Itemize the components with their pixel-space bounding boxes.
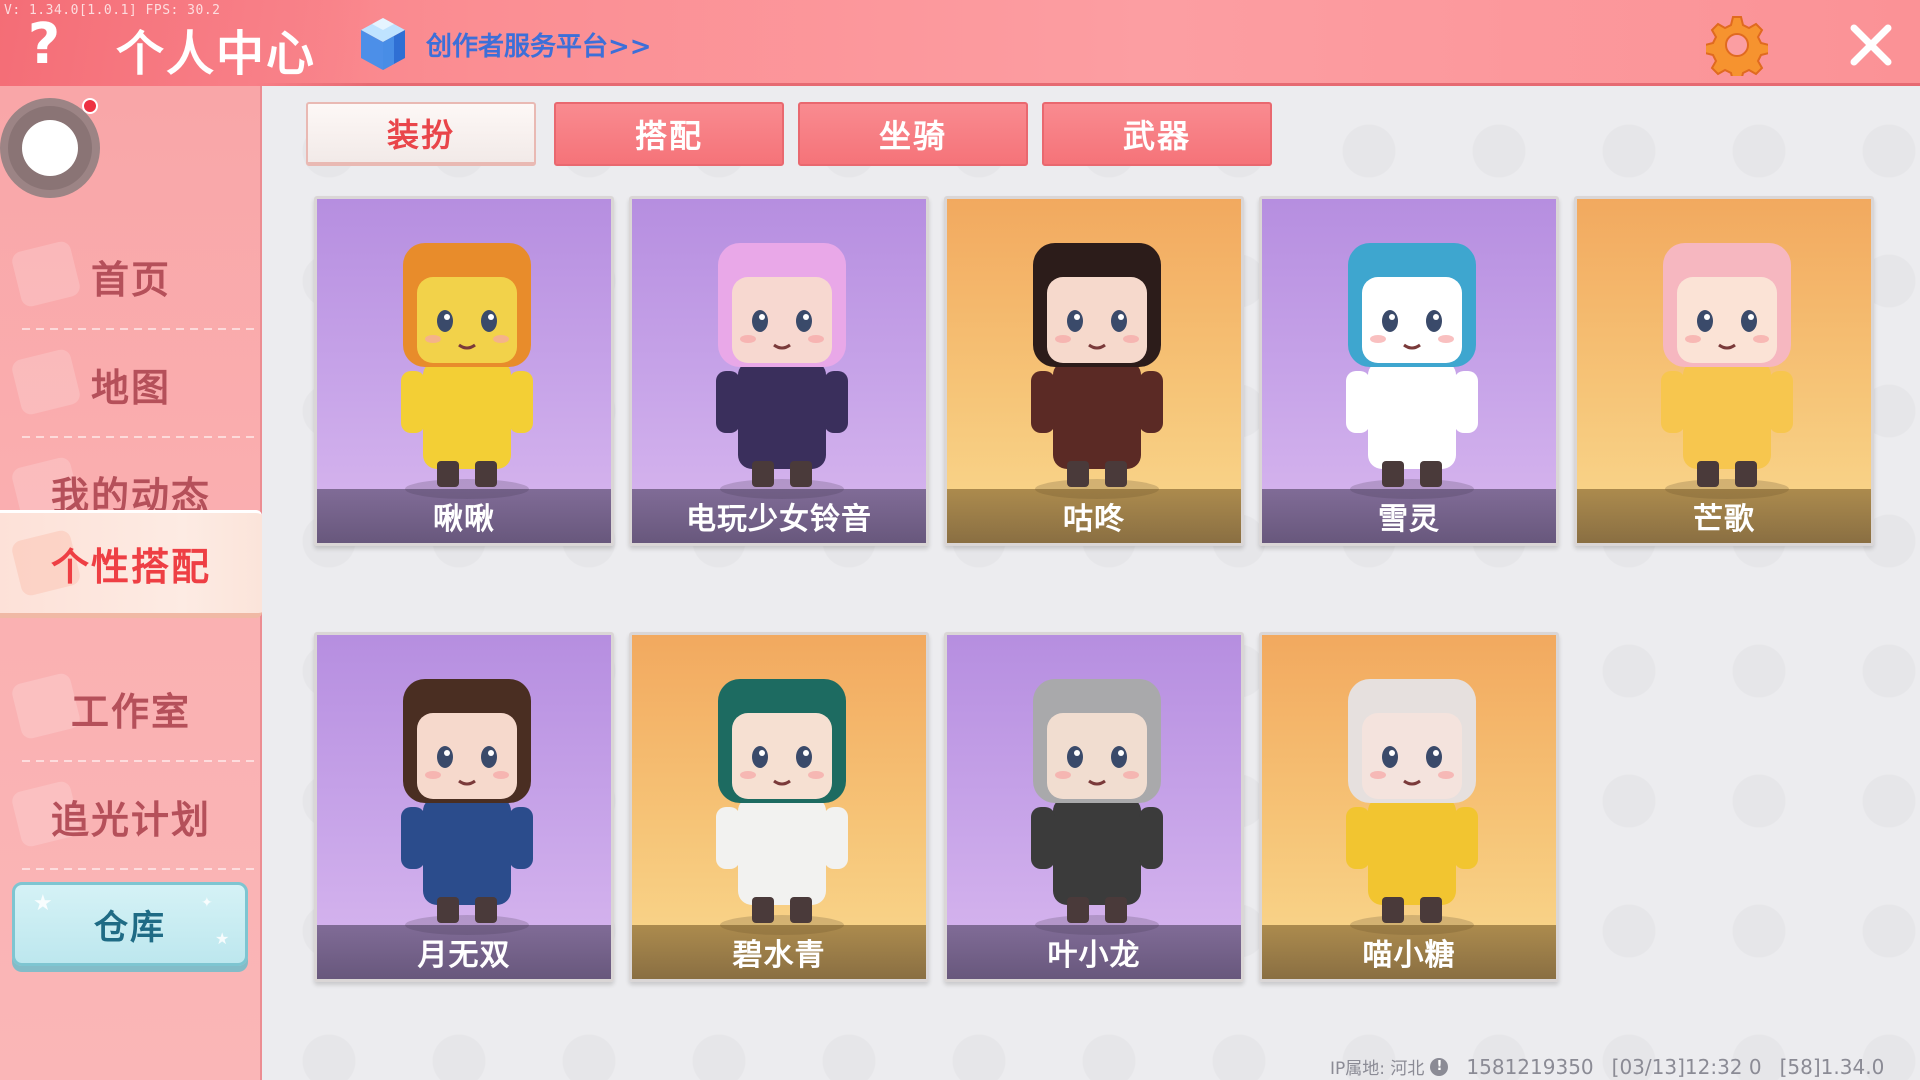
cube-icon[interactable] — [358, 16, 408, 72]
info-icon[interactable]: ! — [1430, 1057, 1449, 1076]
gear-icon[interactable] — [1706, 14, 1768, 76]
footer-info: IP属地: 河北 ! 1581219350 [03/13]12:32 0 [58… — [1330, 1054, 1885, 1080]
star-icon: ★ — [215, 929, 232, 948]
character-figure — [716, 679, 848, 935]
version-text: [58]1.34.0 — [1779, 1054, 1885, 1079]
avatar[interactable] — [0, 98, 100, 198]
sidebar-item-label: 个性搭配 — [50, 544, 211, 589]
skin-name: 喵小糖 — [1262, 925, 1556, 979]
character-figure — [1346, 679, 1478, 935]
sidebar-item-map[interactable]: 地图 — [0, 332, 262, 436]
skin-card[interactable]: 叶小龙 — [944, 632, 1244, 982]
tab-weapon[interactable]: 武器 — [1042, 102, 1272, 166]
tab-label: 搭配 — [634, 117, 703, 155]
sidebar-item-studio[interactable]: 工作室 — [0, 656, 262, 760]
character-figure — [1346, 243, 1478, 499]
tab-label: 武器 — [1122, 117, 1191, 155]
header-bar: V: 1.34.0[1.0.1] FPS: 30.2 ? 个人中心 创作者服务平… — [0, 0, 1920, 86]
notification-dot — [82, 98, 98, 114]
home-icon — [10, 239, 82, 309]
star-icon: ★ — [33, 891, 55, 916]
skin-card[interactable]: 啾啾 — [314, 196, 614, 546]
tab-label: 装扮 — [386, 116, 455, 154]
skin-card[interactable]: 咕咚 — [944, 196, 1244, 546]
character-figure — [1031, 679, 1163, 935]
sidebar-item-chase-light[interactable]: 追光计划 — [0, 764, 262, 868]
sidebar-divider — [22, 868, 258, 870]
skin-card[interactable]: 芒歌 — [1574, 196, 1874, 546]
skin-card[interactable]: 电玩少女铃音 — [629, 196, 929, 546]
character-figure — [401, 679, 533, 935]
skin-name: 雪灵 — [1262, 489, 1556, 543]
skin-name: 电玩少女铃音 — [632, 489, 926, 543]
ip-location: IP属地: 河北 ! — [1330, 1054, 1449, 1079]
tab-combination[interactable]: 搭配 — [554, 102, 784, 166]
skin-name: 碧水青 — [632, 925, 926, 979]
avatar-image — [22, 120, 78, 176]
tab-label: 坐骑 — [878, 117, 947, 155]
character-figure — [1031, 243, 1163, 499]
skin-name: 叶小龙 — [947, 925, 1241, 979]
creator-platform-link[interactable]: 创作者服务平台>> — [426, 26, 652, 63]
sidebar-item-label: 追光计划 — [50, 797, 211, 842]
sidebar-item-label: 地图 — [90, 365, 171, 410]
map-icon — [10, 347, 82, 417]
sidebar: 首页 地图 我的动态 个性搭配 工作室 追光计划 ★ ★ ✦ 仓库 — [0, 86, 262, 1080]
warehouse-button[interactable]: ★ ★ ✦ 仓库 — [12, 882, 248, 966]
skin-name: 月无双 — [317, 925, 611, 979]
skin-card[interactable]: 碧水青 — [629, 632, 929, 982]
tab-costume[interactable]: 装扮 — [306, 102, 536, 166]
sidebar-divider — [22, 328, 258, 330]
help-icon[interactable]: ? — [14, 14, 74, 76]
sidebar-item-label: 首页 — [90, 257, 171, 302]
sidebar-divider — [22, 760, 258, 762]
page-title: 个人中心 — [116, 26, 317, 82]
skin-card[interactable]: 喵小糖 — [1259, 632, 1559, 982]
skin-name: 咕咚 — [947, 489, 1241, 543]
sidebar-divider — [22, 436, 258, 438]
timestamp: [03/13]12:32 0 — [1611, 1054, 1762, 1079]
user-id: 1581219350 — [1466, 1054, 1594, 1079]
star-icon: ✦ — [201, 895, 215, 911]
character-figure — [401, 243, 533, 499]
ip-label: IP属地: 河北 — [1330, 1059, 1425, 1079]
skin-card[interactable]: 雪灵 — [1259, 196, 1559, 546]
skin-card[interactable]: 月无双 — [314, 632, 614, 982]
main-content: 装扮 搭配 坐骑 武器 啾啾 电玩少女铃音 咕咚 雪灵 芒歌月无双 碧水青 叶小龙 喵小糖 I… — [264, 86, 1920, 1080]
character-figure — [716, 243, 848, 499]
sidebar-item-label: 工作室 — [70, 689, 191, 734]
tab-mount[interactable]: 坐骑 — [798, 102, 1028, 166]
sidebar-item-outfit[interactable]: 个性搭配 — [0, 510, 262, 618]
character-figure — [1661, 243, 1793, 499]
warehouse-label: 仓库 — [94, 907, 166, 948]
close-icon[interactable] — [1846, 20, 1896, 70]
skin-name: 啾啾 — [317, 489, 611, 543]
sidebar-item-home[interactable]: 首页 — [0, 224, 262, 328]
skin-name: 芒歌 — [1577, 489, 1871, 543]
